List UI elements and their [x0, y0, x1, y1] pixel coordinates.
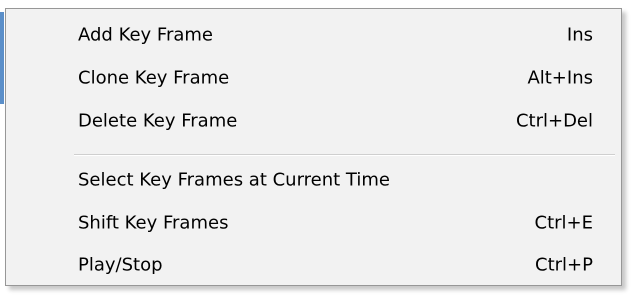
menu-item-clone-key-frame[interactable]: Clone Key Frame Alt+Ins [6, 58, 621, 98]
menu-item-shortcut: Ctrl+E [534, 212, 593, 234]
menu-item-shortcut: Ctrl+P [535, 254, 593, 276]
menu-item-label: Select Key Frames at Current Time [78, 169, 390, 191]
menu-item-label: Clone Key Frame [78, 67, 230, 89]
menu-item-shift-key-frames[interactable]: Shift Key Frames Ctrl+E [6, 203, 621, 243]
menu-item-select-key-frames-at-current-time[interactable]: Select Key Frames at Current Time [6, 160, 621, 200]
menu-item-shortcut: Alt+Ins [527, 67, 593, 89]
menu-item-label: Add Key Frame [78, 24, 214, 46]
desktop: Add Key Frame Ins Clone Key Frame Alt+In… [0, 0, 633, 298]
menu-item-label: Delete Key Frame [78, 110, 238, 132]
window-edge [0, 12, 4, 104]
menu-item-shortcut: Ins [566, 24, 593, 46]
context-menu: Add Key Frame Ins Clone Key Frame Alt+In… [5, 8, 622, 286]
menu-item-shortcut: Ctrl+Del [515, 110, 593, 132]
menu-item-delete-key-frame[interactable]: Delete Key Frame Ctrl+Del [6, 101, 621, 141]
menu-item-label: Shift Key Frames [78, 212, 229, 234]
menu-item-add-key-frame[interactable]: Add Key Frame Ins [6, 15, 621, 55]
menu-item-play-stop[interactable]: Play/Stop Ctrl+P [6, 245, 621, 285]
menu-item-label: Play/Stop [78, 254, 163, 276]
menu-separator [74, 154, 615, 156]
